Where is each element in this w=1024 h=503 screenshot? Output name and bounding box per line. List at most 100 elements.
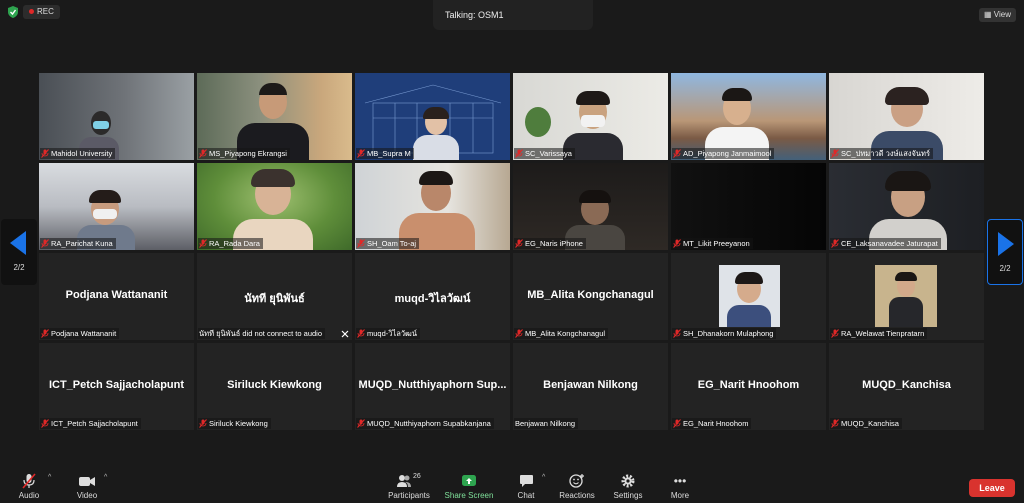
share-screen-button[interactable]: Share Screen [443,473,495,500]
share-screen-label: Share Screen [444,491,494,500]
mic-muted-icon [41,239,49,248]
video-tile[interactable]: EG_Naris iPhone [513,163,668,250]
participant-name: MS_Piyapong Ekrangsi [198,148,290,159]
participant-display-name: muqd-วิไลวัฒน์ [394,293,471,305]
video-tile[interactable]: MS_Piyapong Ekrangsi [197,73,352,160]
person-body [727,305,771,327]
video-tile[interactable]: SH_Oam To-aj [355,163,510,250]
record-dot-icon [29,9,34,15]
video-feed-off [671,163,826,250]
participant-name: ICT_Petch Sajjacholapunt [40,418,141,429]
leave-button[interactable]: Leave [969,479,1015,497]
participant-name: RA_Parichat Kuna [40,238,116,249]
participant-display-name: Podjana Wattananit [65,289,168,301]
video-tile[interactable]: muqd-วิไลวัฒน์ muqd-วิไลวัฒน์ [355,253,510,340]
participant-name: EG_Naris iPhone [514,238,586,249]
video-tile[interactable]: MT_Likit Preeyanon [671,163,826,250]
video-tile[interactable]: SC_Varissaya [513,73,668,160]
participant-name: Podjana Wattananit [40,328,120,339]
mic-muted-icon [41,419,49,428]
more-label: More [670,491,690,500]
person-hair [735,272,763,284]
share-screen-icon [462,475,476,486]
mic-muted-icon [41,329,49,338]
participant-name: muqd-วิไลวัฒน์ [356,328,420,339]
video-tile[interactable]: CE_Laksanavadee Jaturapat [829,163,984,250]
participants-icon-group: 26 [394,473,424,489]
video-tile[interactable]: MUQD_Kanchisa MUQD_Kanchisa [829,343,984,430]
participants-button[interactable]: 26 Participants [385,473,433,500]
video-tile[interactable]: RA_Parichat Kuna [39,163,194,250]
participant-name: MB_Supra M [356,148,414,159]
participant-name: SH_Oam To-aj [356,238,420,249]
audio-button[interactable]: Audio [13,473,45,500]
video-label: Video [76,491,98,500]
video-grid: Mahidol University MS_Piyapong Ekrangsi … [39,73,986,432]
settings-button[interactable]: Settings [611,473,645,500]
video-options-caret-icon[interactable]: ^ [104,474,107,481]
participant-display-name: EG_Narit Hnoohom [697,379,800,391]
video-tile[interactable]: Mahidol University [39,73,194,160]
participant-display-name: นัทที ยุนิพันธ์ [244,293,305,305]
video-tile[interactable]: SH_Dhanakorn Mulaphong [671,253,826,340]
arrow-left-icon [10,231,26,255]
recording-badge[interactable]: REC [23,5,60,19]
person-hair [885,171,931,191]
video-tile[interactable]: MB_Supra M [355,73,510,160]
participant-name: นัทที ยุนิพันธ์ did not connect to audio [198,328,325,339]
prev-page-button[interactable]: 2/2 [1,219,37,285]
participant-display-name: MUQD_Kanchisa [862,379,951,391]
participants-label: Participants [388,491,430,500]
no-audio-icon [341,330,349,338]
mic-muted-icon [673,329,681,338]
mic-muted-icon [357,239,365,248]
video-tile[interactable]: MB_Alita Kongchanagul MB_Alita Kongchana… [513,253,668,340]
chat-button[interactable]: Chat [512,473,540,500]
video-tile[interactable]: EG_Narit Hnoohom EG_Narit Hnoohom [671,343,826,430]
audio-options-caret-icon[interactable]: ^ [48,474,51,481]
participant-name: MUQD_Nutthiyaphorn Supabkanjana [356,418,494,429]
participant-name: Benjawan Nilkong [514,418,579,429]
mic-muted-icon [199,419,207,428]
chat-options-caret-icon[interactable]: ^ [542,474,545,481]
participant-name: EG_Narit Hnoohom [672,418,752,429]
video-tile[interactable]: AD_Piyapong Janmaimool [671,73,826,160]
arrow-right-icon [998,232,1014,256]
shield-icon[interactable] [6,5,20,19]
mic-muted-icon [831,149,839,158]
person-hair [579,190,611,203]
video-tile[interactable]: SC_ปทมาวดี วงษ์แสงจันทร์ [829,73,984,160]
participant-name: AD_Piyapong Janmaimool [672,148,775,159]
people-icon [397,475,411,487]
gear-icon [621,474,635,488]
mic-muted-icon [673,239,681,248]
face-mask [581,115,605,127]
next-page-button[interactable]: 2/2 [987,219,1023,285]
mic-muted-icon [831,239,839,248]
video-button[interactable]: Video [72,473,102,500]
person-hair [251,169,295,187]
video-tile[interactable]: RA_Rada Dara [197,163,352,250]
view-button[interactable]: ▦ View [979,8,1016,22]
video-tile[interactable]: RA_Welawat Tienpratarn [829,253,984,340]
camera-icon [79,477,95,486]
video-tile[interactable]: Benjawan Nilkong Benjawan Nilkong [513,343,668,430]
mic-muted-icon [199,239,207,248]
reactions-button[interactable]: Reactions [557,473,597,500]
more-button[interactable]: ••• More [667,473,693,500]
video-tile[interactable]: นัทที ยุนิพันธ์ นัทที ยุนิพันธ์ did not … [197,253,352,340]
mic-muted-icon [831,419,839,428]
video-tile[interactable]: Siriluck Kiewkong Siriluck Kiewkong [197,343,352,430]
mic-muted-icon [357,149,365,158]
video-tile[interactable]: ICT_Petch Sajjacholapunt ICT_Petch Sajja… [39,343,194,430]
profile-photo [875,265,937,327]
video-tile[interactable]: MUQD_Nutthiyaphorn Sup... MUQD_Nutthiyap… [355,343,510,430]
video-tile[interactable]: Podjana Wattananit Podjana Wattananit [39,253,194,340]
mic-muted-icon [357,329,365,338]
chat-icon [519,475,533,487]
participant-name: SC_ปทมาวดี วงษ์แสงจันทร์ [830,148,934,159]
person-hair [423,107,449,119]
chat-label: Chat [517,491,535,500]
reactions-label: Reactions [559,491,595,500]
profile-photo [719,265,780,327]
